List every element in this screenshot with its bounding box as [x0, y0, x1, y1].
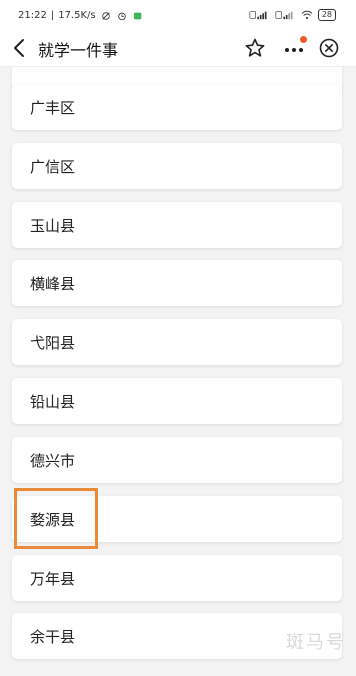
list-item-yiyang[interactable]: 弋阳县	[12, 319, 342, 365]
close-circle-icon[interactable]	[318, 37, 340, 59]
list-item-label: 铅山县	[30, 393, 76, 411]
cellular-signal-2-icon	[275, 11, 293, 20]
list-item-guangfeng[interactable]: 广丰区	[12, 84, 342, 130]
list-item-label: 广丰区	[30, 99, 76, 117]
cellular-signal-icon	[249, 11, 267, 20]
notification-dot	[300, 36, 307, 43]
wechat-notification-icon	[133, 12, 141, 19]
status-bar: 21:22 | 17.5K/s 28	[0, 0, 356, 30]
watermark: 斑马号	[286, 632, 346, 653]
list-item-label: 横峰县	[30, 275, 76, 293]
do-not-disturb-icon	[101, 11, 110, 20]
list-item-label: 余干县	[30, 628, 76, 646]
top-nav-bar: 就学一件事	[0, 30, 356, 67]
battery-indicator: 28	[317, 9, 336, 21]
list-item-label: 玉山县	[30, 217, 76, 235]
list-item-yanshan[interactable]: 铅山县	[12, 378, 342, 424]
list-item-label: 弋阳县	[30, 334, 76, 352]
wifi-icon	[301, 10, 313, 19]
list-item-guangxin[interactable]: 广信区	[12, 143, 342, 189]
list-item-yushan[interactable]: 玉山县	[12, 202, 342, 248]
highlight-box	[14, 488, 98, 549]
status-bar-right: 28	[248, 9, 336, 21]
status-bar-left: 21:22 | 17.5K/s	[18, 10, 144, 21]
list-item-label: 德兴市	[30, 452, 76, 470]
district-list: 广丰区 广信区 玉山县 横峰县 弋阳县 铅山县 德兴市 婺源县 万年县 余干县	[0, 67, 356, 676]
list-item-dexing[interactable]: 德兴市	[12, 437, 342, 483]
list-item-label: 广信区	[30, 158, 76, 176]
list-item-wannian[interactable]: 万年县	[12, 555, 342, 601]
status-time: 21:22	[18, 10, 47, 21]
alarm-icon	[117, 12, 126, 20]
list-item-label: 万年县	[30, 570, 76, 588]
status-divider: |	[50, 10, 55, 21]
page-title: 就学一件事	[38, 41, 119, 60]
favorite-star-icon[interactable]	[244, 37, 266, 59]
back-arrow-icon[interactable]	[10, 36, 30, 60]
list-item-hengfeng[interactable]: 横峰县	[12, 260, 342, 306]
network-speed: 17.5K/s	[58, 10, 96, 21]
